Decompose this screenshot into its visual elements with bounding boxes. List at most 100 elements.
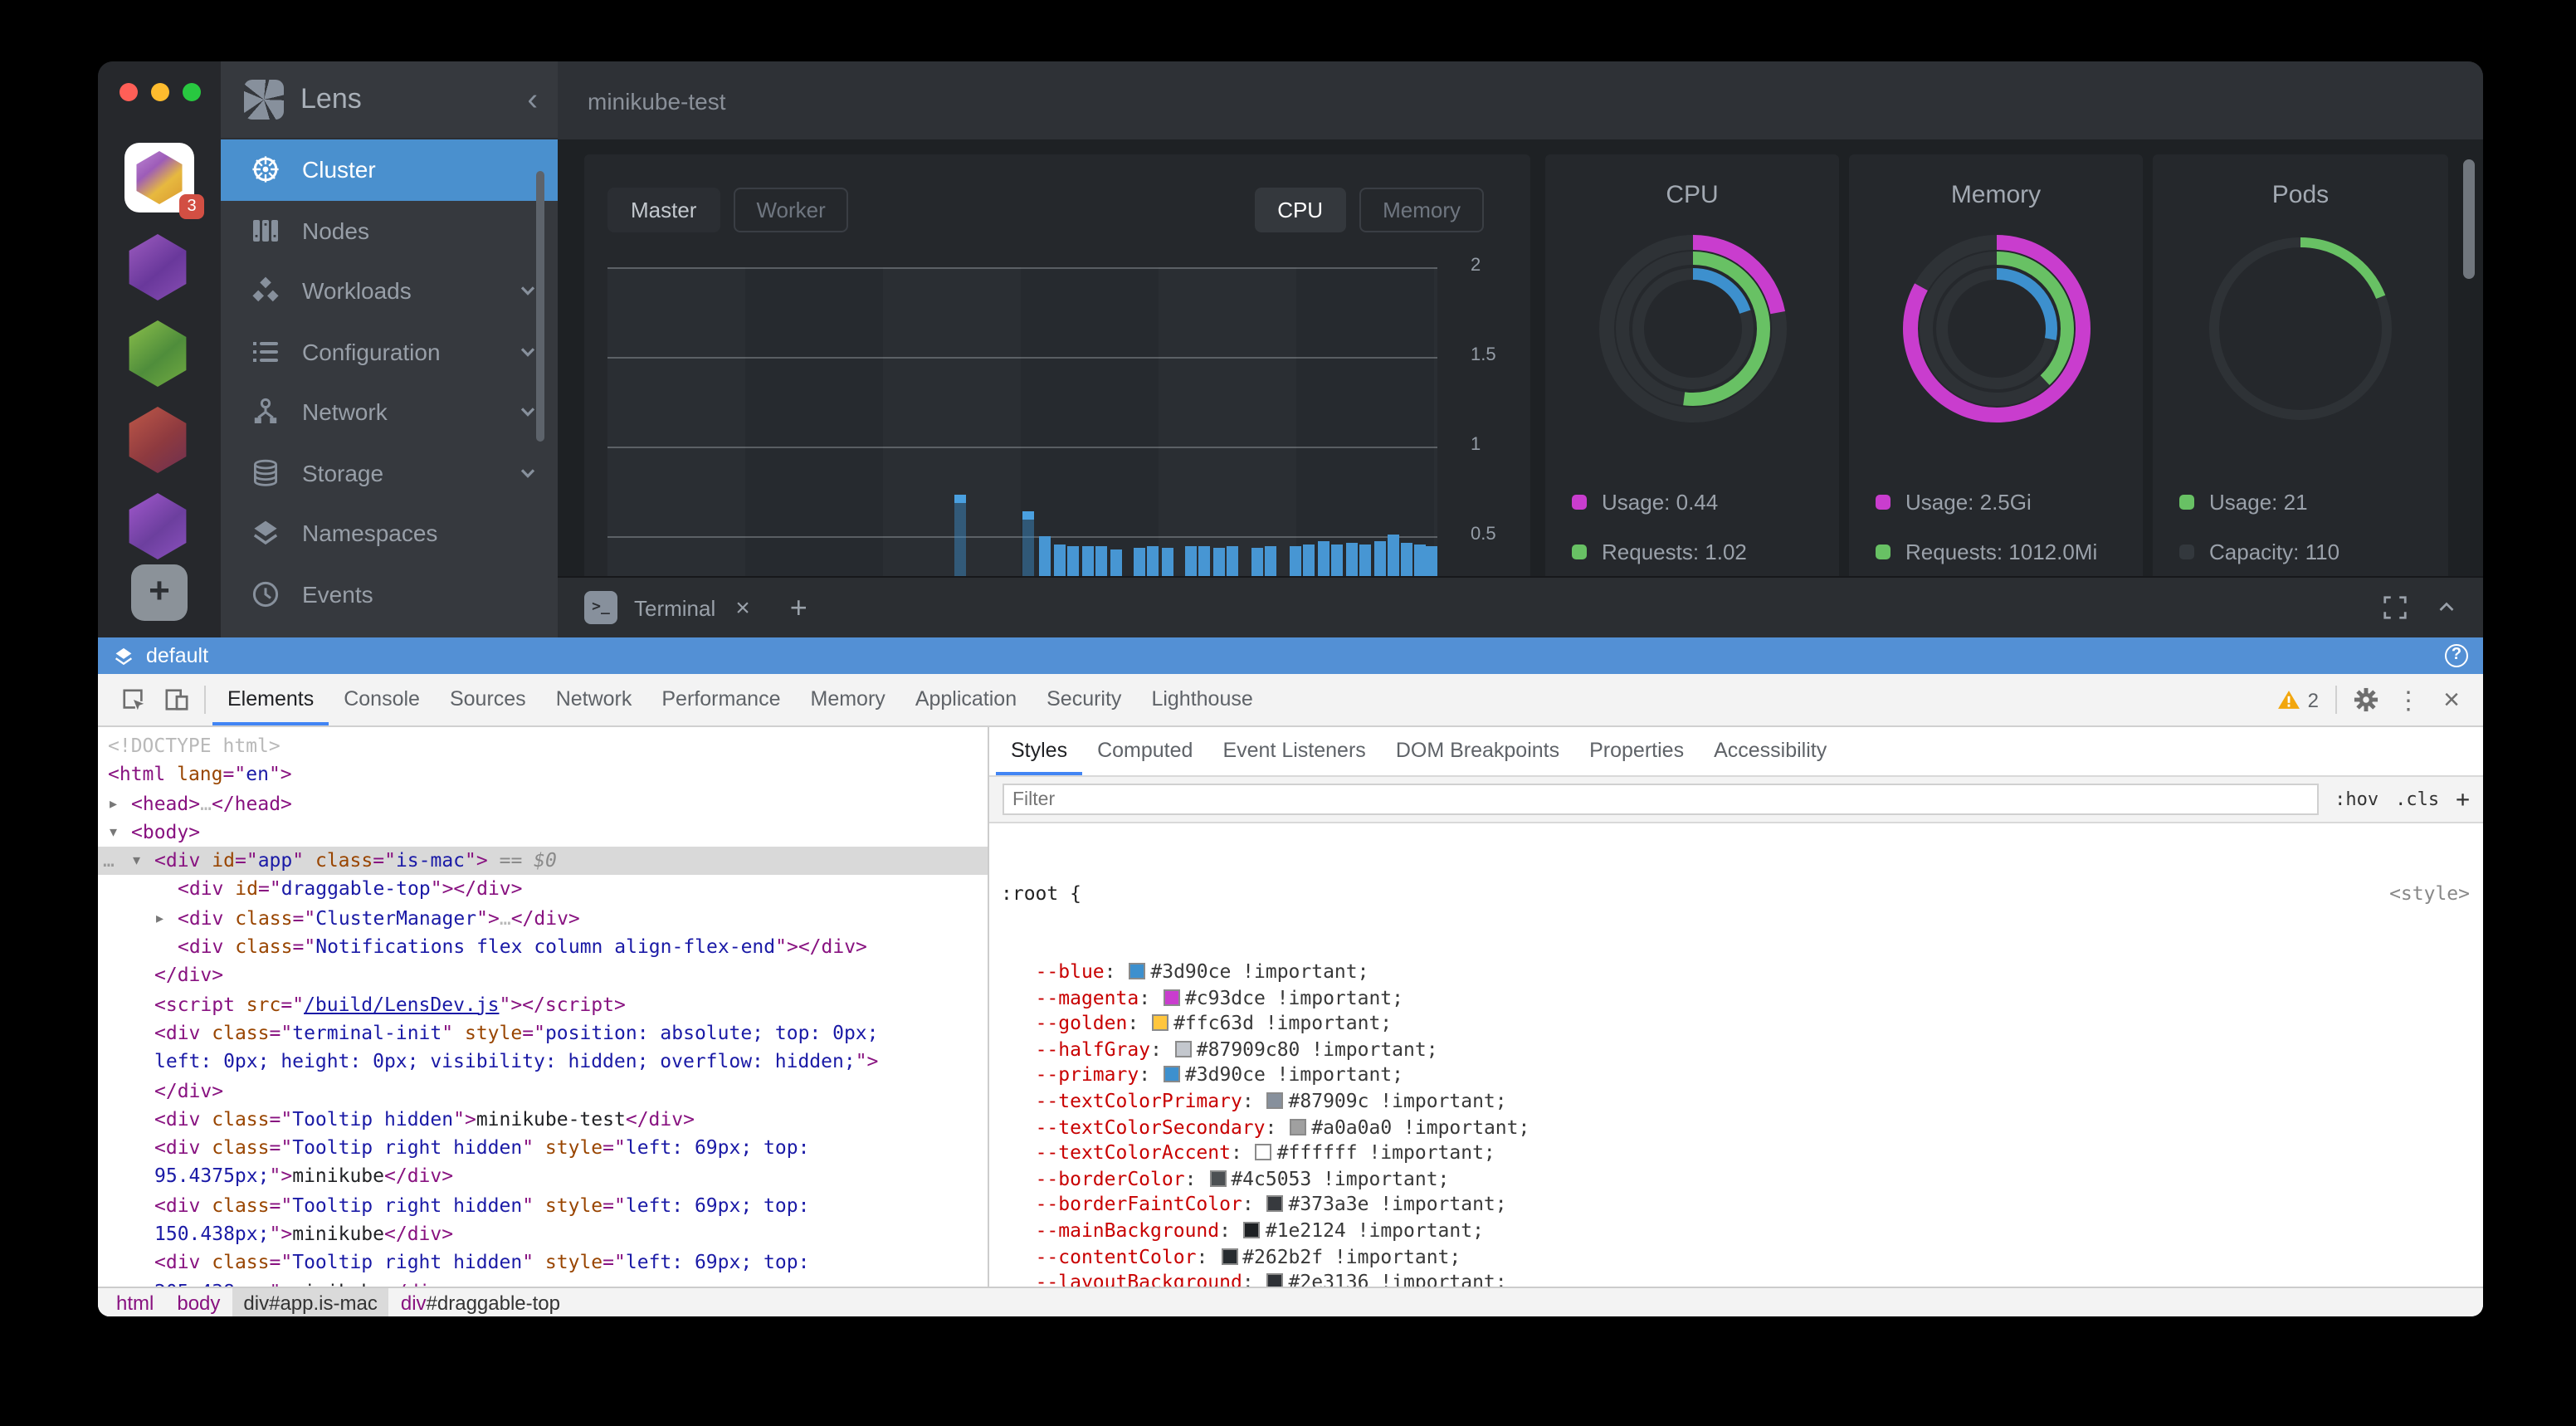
content-scrollbar[interactable]	[2463, 159, 2475, 279]
color-swatch[interactable]	[1209, 1170, 1226, 1186]
css-declaration[interactable]: --magenta: #c93dce !important;	[1001, 985, 2470, 1011]
breadcrumb-body[interactable]: body	[165, 1288, 232, 1316]
terminal-add-icon[interactable]: +	[790, 590, 807, 625]
row-gutter-icon[interactable]: …	[103, 847, 113, 876]
stylesheet-source[interactable]: <style>	[2389, 881, 2470, 907]
color-swatch[interactable]	[1267, 1092, 1284, 1109]
color-swatch[interactable]	[1267, 1196, 1284, 1213]
color-swatch[interactable]	[1175, 1041, 1192, 1057]
new-style-rule-button[interactable]: +	[2456, 786, 2470, 813]
chevron-down-icon[interactable]	[518, 342, 538, 362]
close-window-button[interactable]	[120, 83, 138, 101]
elements-tree-row[interactable]: <div class="Tooltip right hidden" style=…	[98, 1192, 988, 1221]
elements-tree-row[interactable]: <html lang="en">	[98, 761, 988, 790]
elements-tree-row[interactable]: <!DOCTYPE html>	[98, 732, 988, 761]
styles-tab-styles[interactable]: Styles	[996, 727, 1082, 775]
toggle-cls-button[interactable]: .cls	[2395, 789, 2439, 810]
css-declaration[interactable]: --textColorAccent: #ffffff !important;	[1001, 1140, 2470, 1166]
css-declaration[interactable]: --blue: #3d90ce !important;	[1001, 960, 2470, 985]
css-declaration[interactable]: --textColorSecondary: #a0a0a0 !important…	[1001, 1115, 2470, 1140]
collapse-arrow-icon[interactable]: ▾	[133, 847, 140, 876]
breadcrumb-div-app-is-mac[interactable]: div#app.is-mac	[232, 1288, 388, 1316]
devtools-tab-network[interactable]: Network	[541, 674, 647, 725]
breadcrumb-div-draggable-top[interactable]: div#draggable-top	[389, 1288, 572, 1316]
elements-tree-row[interactable]: 150.438px;">minikube</div>	[98, 1220, 988, 1249]
terminal-close-icon[interactable]: ×	[735, 593, 750, 622]
elements-tree-row[interactable]: <div class="Tooltip hidden">minikube-tes…	[98, 1106, 988, 1135]
styles-tab-event-listeners[interactable]: Event Listeners	[1208, 727, 1380, 775]
console-warnings-badge[interactable]: 2	[2268, 674, 2329, 725]
collapse-arrow-icon[interactable]: ▾	[110, 818, 117, 847]
node-tab-master[interactable]: Master	[607, 188, 720, 232]
color-swatch[interactable]	[1164, 1067, 1180, 1083]
elements-tree-row[interactable]: <div class="Notifications flex column al…	[98, 933, 988, 962]
color-swatch[interactable]	[1129, 963, 1145, 979]
elements-tree-row[interactable]: <div class="Tooltip right hidden" style=…	[98, 1249, 988, 1278]
metric-tab-memory[interactable]: Memory	[1359, 188, 1484, 232]
sidebar-item-namespaces[interactable]: Namespaces	[221, 503, 558, 564]
css-declaration[interactable]: --contentColor: #262b2f !important;	[1001, 1244, 2470, 1270]
css-declaration[interactable]: --layoutBackground: #2e3136 !important;	[1001, 1270, 2470, 1287]
color-swatch[interactable]	[1221, 1248, 1237, 1264]
css-declaration[interactable]: --halfGray: #87909c80 !important;	[1001, 1038, 2470, 1063]
breadcrumb-html[interactable]: html	[105, 1288, 165, 1316]
color-swatch[interactable]	[1152, 1014, 1168, 1031]
devtools-menu-icon[interactable]: ⋮	[2387, 674, 2430, 725]
devtools-tab-elements[interactable]: Elements	[212, 674, 329, 725]
color-swatch[interactable]	[1290, 1118, 1306, 1135]
elements-tree-row[interactable]: ▸<div class="ClusterManager">…</div>	[98, 905, 988, 934]
devtools-tab-lighthouse[interactable]: Lighthouse	[1136, 674, 1267, 725]
css-declaration[interactable]: --borderColor: #4c5053 !important;	[1001, 1166, 2470, 1192]
terminal-collapse-icon[interactable]	[2437, 598, 2456, 618]
minimize-window-button[interactable]	[151, 83, 169, 101]
help-icon[interactable]: ?	[2445, 644, 2468, 667]
css-declaration[interactable]: --golden: #ffc63d !important;	[1001, 1011, 2470, 1037]
add-cluster-button[interactable]: +	[131, 564, 188, 621]
devtools-tab-application[interactable]: Application	[900, 674, 1032, 725]
toggle-hov-button[interactable]: :hov	[2334, 789, 2378, 810]
devtools-tab-console[interactable]: Console	[329, 674, 435, 725]
namespace-label[interactable]: default	[146, 644, 208, 667]
devtools-close-icon[interactable]: ×	[2430, 674, 2473, 725]
expand-arrow-icon[interactable]: ▸	[156, 905, 163, 934]
elements-tree-row[interactable]: ▾<body>	[98, 818, 988, 847]
elements-tree-row[interactable]: <div class="Tooltip right hidden" style=…	[98, 1134, 988, 1163]
devtools-tab-security[interactable]: Security	[1032, 674, 1136, 725]
cluster-minikube-test[interactable]: 3	[124, 143, 194, 212]
zoom-window-button[interactable]	[183, 83, 201, 101]
devtools-tab-sources[interactable]: Sources	[435, 674, 541, 725]
css-declaration[interactable]: --borderFaintColor: #373a3e !important;	[1001, 1193, 2470, 1218]
device-toolbar-icon[interactable]	[154, 674, 198, 725]
chevron-down-icon[interactable]	[518, 463, 538, 483]
collapse-sidebar-icon[interactable]: ‹	[527, 84, 538, 115]
terminal-fullscreen-icon[interactable]	[2383, 596, 2407, 619]
css-declaration[interactable]: --mainBackground: #1e2124 !important;	[1001, 1218, 2470, 1244]
terminal-tab[interactable]: Terminal	[634, 595, 715, 620]
cluster-5[interactable]	[124, 493, 194, 563]
cluster-4[interactable]	[124, 407, 194, 476]
sidebar-item-cluster[interactable]: Cluster	[221, 139, 558, 200]
sidebar-item-nodes[interactable]: Nodes	[221, 200, 558, 261]
elements-tree-row[interactable]: </div>	[98, 1077, 988, 1106]
elements-tree-row[interactable]: <div id="draggable-top"></div>	[98, 876, 988, 905]
metric-tab-cpu[interactable]: CPU	[1254, 188, 1346, 232]
css-declaration[interactable]: --primary: #3d90ce !important;	[1001, 1063, 2470, 1089]
styles-filter-input[interactable]	[1003, 784, 2318, 815]
node-tab-worker[interactable]: Worker	[733, 188, 848, 232]
elements-tree-row[interactable]: …▾<div id="app" class="is-mac"> == $0	[98, 847, 988, 876]
sidebar-item-workloads[interactable]: Workloads	[221, 261, 558, 321]
cluster-2[interactable]	[124, 234, 194, 304]
chevron-down-icon[interactable]	[518, 403, 538, 422]
sidebar-item-events[interactable]: Events	[221, 564, 558, 624]
elements-tree-row[interactable]: ▸<head>…</head>	[98, 789, 988, 818]
elements-tree-row[interactable]: <div class="terminal-init" style="positi…	[98, 1019, 988, 1048]
elements-tree-row[interactable]: 205.438px;">minikube</div>	[98, 1277, 988, 1287]
elements-tree-row[interactable]: </div>	[98, 962, 988, 991]
css-selector[interactable]: :root {	[1001, 881, 1081, 907]
expand-arrow-icon[interactable]: ▸	[110, 789, 117, 818]
elements-tree-row[interactable]: left: 0px; height: 0px; visibility: hidd…	[98, 1048, 988, 1077]
sidebar-item-storage[interactable]: Storage	[221, 442, 558, 503]
inspect-element-icon[interactable]	[111, 674, 154, 725]
color-swatch[interactable]	[1267, 1273, 1284, 1287]
devtools-settings-icon[interactable]	[2344, 674, 2387, 725]
